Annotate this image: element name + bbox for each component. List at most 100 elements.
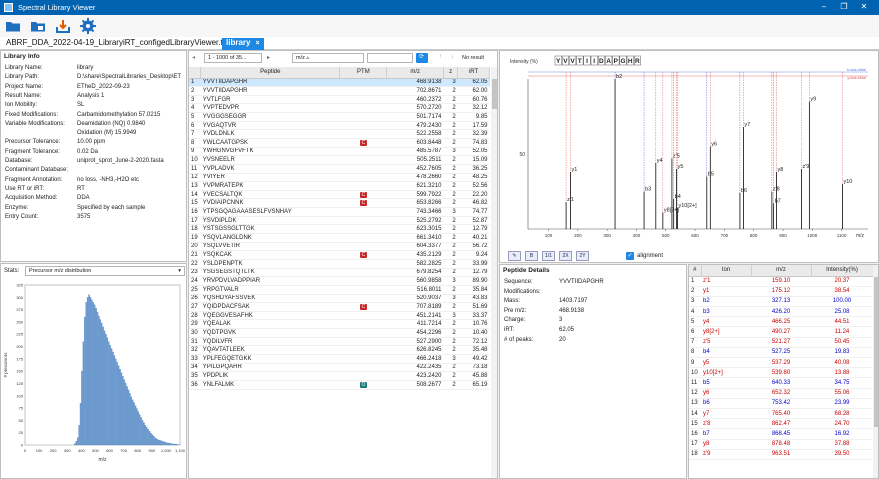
maximize-button[interactable]: ❐ <box>838 2 850 11</box>
table-row[interactable]: 9 YWHGNVGFVFTK 485.5787 3 52.05 <box>189 147 490 157</box>
table-row[interactable]: 11 b5 640.33 34.75 <box>689 377 873 389</box>
spectrum-mode-button[interactable]: 1/1 <box>542 251 555 261</box>
alignment-checkbox[interactable]: ✓ <box>626 252 634 260</box>
table-row[interactable]: 15 z'8 862.47 24.70 <box>689 418 873 430</box>
ion-col-header[interactable]: m/z <box>751 265 812 277</box>
table-row[interactable]: 8 YWLCAATGPSK C 603.8448 2 74.83 <box>189 138 490 148</box>
table-row[interactable]: 36 YNLFALMK O 508.2677 2 65.19 <box>189 380 490 390</box>
table-row[interactable]: 3 YVTLFGR 460.2372 2 60.76 <box>189 95 490 105</box>
table-row[interactable]: 27 YQIDPDACFSAK C 707.8189 2 51.69 <box>189 302 490 312</box>
minimize-button[interactable]: – <box>818 2 830 11</box>
ion-col-header[interactable]: # <box>689 265 702 277</box>
table-row[interactable]: 10 YVSNEELR 505.2511 2 15.09 <box>189 155 490 165</box>
histogram-bar <box>136 408 138 446</box>
tab-file[interactable]: ABRF_DDA_2022-04-19_LibraryiRT_configedL… <box>6 38 231 47</box>
table-row[interactable]: 35 YPDPLIK 423.2420 2 45.88 <box>189 371 490 381</box>
table-row[interactable]: 1 YVVTIIDAPGHR 468.9138 3 62.05 <box>189 78 490 88</box>
table-row[interactable]: 20 YSQLVVETIR 604.3377 2 56.72 <box>189 242 490 252</box>
table-row[interactable]: 3 b2 327.13 100.00 <box>689 296 873 308</box>
table-row[interactable]: 12 y6 652.32 55.06 <box>689 388 873 399</box>
prev-result-icon[interactable]: ↑ <box>439 54 442 60</box>
table-row[interactable]: 22 YSLDPENPTK 582.2825 2 33.99 <box>189 259 490 269</box>
table-row[interactable]: 14 YVECSALTQK C 599.7922 2 22.20 <box>189 190 490 200</box>
peptide-col-header[interactable]: PTM <box>339 67 388 79</box>
table-row[interactable]: 13 b6 753.42 23.99 <box>689 398 873 409</box>
table-row[interactable]: 9 y5 537.29 40.08 <box>689 357 873 369</box>
peptide-col-header[interactable]: iRT <box>457 67 490 79</box>
table-row[interactable]: 30 YQDTPGVK 454.2296 2 10.40 <box>189 328 490 338</box>
table-row[interactable]: 2 y1 175.12 38.54 <box>689 286 873 297</box>
ion-col-header[interactable]: Intensity(%) <box>811 265 874 277</box>
table-row[interactable]: 13 YVPMRATEPK 621.3210 2 52.56 <box>189 181 490 191</box>
table-row[interactable]: 5 YVGGGSEGGR 501.7174 2 9.85 <box>189 112 490 122</box>
table-row[interactable]: 4 b3 426.20 25.08 <box>689 306 873 318</box>
table-row[interactable]: 29 YQEALAK 411.7214 2 10.76 <box>189 319 490 330</box>
close-window-button[interactable]: ✕ <box>858 2 870 11</box>
table-row[interactable]: 15 YVDIAIPCNNK C 653.8266 2 46.82 <box>189 198 490 209</box>
spectrum-mode-button[interactable]: B <box>525 251 538 261</box>
table-row[interactable]: 7 z'5 521.27 50.45 <box>689 337 873 348</box>
table-row[interactable]: 26 YQSHDYAFSSVEK 520.9037 3 43.83 <box>189 294 490 304</box>
table-row[interactable]: 7 YVDLDNLK 522.2558 2 32.39 <box>189 129 490 139</box>
search-button[interactable]: ⟳ <box>416 53 428 63</box>
table-row[interactable]: 33 YPLFEGQETGKK 466.2418 3 49.42 <box>189 354 490 364</box>
table-row[interactable]: 18 YSTSGSSGLTTGK 623.3015 2 12.79 <box>189 224 490 235</box>
settings-icon[interactable] <box>80 18 96 34</box>
table-row[interactable]: 25 YRPGTVALR 516.8011 2 35.84 <box>189 285 490 295</box>
import-icon[interactable] <box>55 18 71 34</box>
table-row[interactable]: 32 YQAVTATLEEK 626.8245 2 35.48 <box>189 345 490 355</box>
histogram-bar <box>120 372 123 446</box>
page-prev-icon[interactable]: ◂ <box>192 54 195 61</box>
table-cell: 5 <box>189 112 201 122</box>
table-row[interactable]: 19 YSQVLANGLDNK 661.3410 2 40.21 <box>189 233 490 243</box>
table-row[interactable]: 6 y8[2+] 490.27 11.24 <box>689 326 873 338</box>
table-row[interactable]: 16 b7 868.45 16.92 <box>689 428 873 440</box>
table-row[interactable]: 1 z'1 159.10 20.37 <box>689 276 873 287</box>
spectrum-mode-button[interactable]: 2Y <box>576 251 589 261</box>
table-row[interactable]: 8 b4 527.25 19.83 <box>689 347 873 359</box>
close-tab-icon[interactable]: × <box>255 40 259 47</box>
table-row[interactable]: 34 YPILGPQAHR 422.2435 2 73.18 <box>189 363 490 373</box>
page-next-icon[interactable]: ▸ <box>267 54 270 61</box>
table-scrollbar[interactable] <box>491 67 497 478</box>
open-library-icon[interactable] <box>30 18 46 34</box>
table-row[interactable]: 5 y4 466.25 44.51 <box>689 316 873 328</box>
next-result-icon[interactable]: ↓ <box>451 54 454 60</box>
table-row[interactable]: 21 YSQKCAK C 435.2129 2 9.24 <box>189 250 490 260</box>
search-input[interactable] <box>367 53 413 63</box>
peptide-col-header[interactable] <box>189 67 202 79</box>
peptide-col-header[interactable]: z <box>443 67 459 79</box>
spectrum-mode-button[interactable]: 2X <box>559 251 572 261</box>
table-row[interactable]: 6 YVGAQTVR 479.2430 2 17.59 <box>189 121 490 131</box>
pin-icon[interactable]: ✎ <box>508 251 521 261</box>
table-row[interactable]: 10 y10[2+] 539.80 13.88 <box>689 367 873 379</box>
scrollbar-thumb[interactable] <box>492 79 497 109</box>
table-row[interactable]: 12 YVIYER 478.2660 2 48.25 <box>189 173 490 183</box>
table-row[interactable]: 16 YTPSGQAGAAASESLFVSNHAY 743.3466 3 74.77 <box>189 207 490 217</box>
mz-filter-select[interactable]: m/z ▵ <box>292 53 364 63</box>
peptide-col-header[interactable]: Peptide <box>200 67 341 79</box>
table-row[interactable]: 17 y8 878.48 37.88 <box>689 439 873 450</box>
table-cell: 34.75 <box>811 377 873 389</box>
table-row[interactable]: 2 YVVTIIDAPGHR 702.8671 2 62.00 <box>189 86 490 96</box>
peak-label: y10[2+] <box>678 203 697 209</box>
ion-scrollbar-thumb[interactable] <box>874 277 878 427</box>
peptide-col-header[interactable]: m/z <box>386 67 445 79</box>
table-row[interactable]: 4 YVPTEDVPR 570.2720 2 32.12 <box>189 103 490 114</box>
table-row[interactable]: 11 YVPLADVK 452.7605 2 36.25 <box>189 164 490 174</box>
ion-col-header[interactable]: Ion <box>701 265 752 277</box>
table-row[interactable]: 18 z'9 963.51 39.50 <box>689 449 873 460</box>
open-folder-icon[interactable] <box>5 18 21 34</box>
table-cell: C <box>339 302 387 312</box>
tab-library[interactable]: library × <box>222 38 264 50</box>
table-row[interactable]: 28 YQEGGVESAFHK 451.2141 3 33.37 <box>189 311 490 321</box>
table-row[interactable]: 24 YRVPDVLVADPPIAR 560.9858 3 89.90 <box>189 276 490 286</box>
table-row[interactable]: 17 YSVDIPLDK 525.2792 2 52.87 <box>189 216 490 226</box>
table-row[interactable]: 31 YQDILVFR 527.2900 2 72.12 <box>189 337 490 347</box>
page-range-select[interactable]: 1 - 1000 of 35... <box>204 53 262 63</box>
table-cell: 2 <box>443 181 458 191</box>
stats-select[interactable]: Precursor m/z distribution ▾ <box>25 266 185 276</box>
table-row[interactable]: 14 y7 765.40 68.28 <box>689 408 873 420</box>
table-row[interactable]: 23 YSGSEGSTQTLTK 679.8254 2 12.79 <box>189 268 490 278</box>
ion-scrollbar[interactable] <box>873 265 878 478</box>
